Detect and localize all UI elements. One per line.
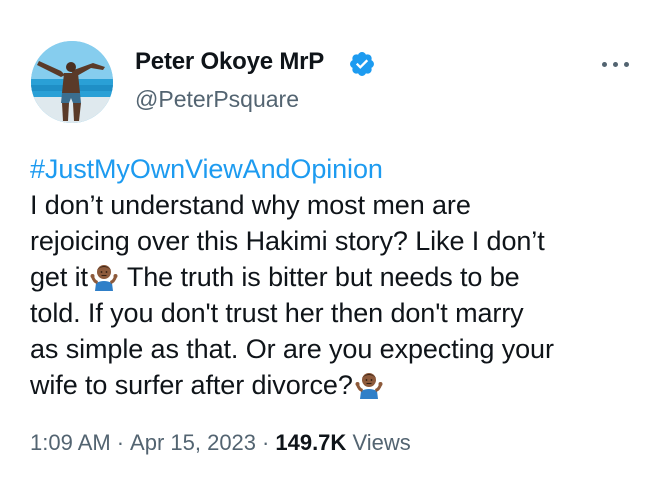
person-shrugging-emoji-icon <box>354 369 384 399</box>
hashtag-link[interactable]: #JustMyOwnViewAndOpinion <box>30 151 645 187</box>
tweet-meta: 1:09 AM · Apr 15, 2023 · 149.7K Views <box>30 430 411 456</box>
tweet-line-4: told. If you don't trust her then don't … <box>30 298 524 328</box>
views-label: Views <box>352 430 411 455</box>
person-shrugging-emoji-icon <box>89 261 119 291</box>
author-handle[interactable]: @PeterPsquare <box>135 86 299 113</box>
tweet-card: Peter Okoye MrP @PeterPsquare #JustMyOwn… <box>0 0 664 480</box>
tweet-date[interactable]: Apr 15, 2023 <box>130 430 256 455</box>
author-display-name[interactable]: Peter Okoye MrP <box>135 48 324 76</box>
tweet-line-3b: The truth is bitter but needs to be <box>119 262 520 292</box>
tweet-line-2: rejoicing over this Hakimi story? Like I… <box>30 226 545 256</box>
tweet-text: #JustMyOwnViewAndOpinion I don’t underst… <box>30 151 645 403</box>
verified-badge-icon <box>350 52 374 76</box>
views-count: 149.7K <box>275 430 347 455</box>
tweet-line-5: as simple as that. Or are you expecting … <box>30 334 554 364</box>
meta-separator: · <box>116 430 125 455</box>
avatar[interactable] <box>31 41 113 123</box>
tweet-line-3a: get it <box>30 262 88 292</box>
tweet-line-6: wife to surfer after divorce? <box>30 367 645 403</box>
tweet-time[interactable]: 1:09 AM <box>30 430 111 455</box>
meta-separator: · <box>262 430 270 455</box>
tweet-line-6-text: wife to surfer after divorce? <box>30 370 353 400</box>
tweet-line-3: get it The truth is bitter but needs to … <box>30 259 645 295</box>
more-options-icon[interactable] <box>600 60 632 70</box>
tweet-line-1: I don’t understand why most men are <box>30 190 471 220</box>
avatar-photo <box>31 41 113 123</box>
